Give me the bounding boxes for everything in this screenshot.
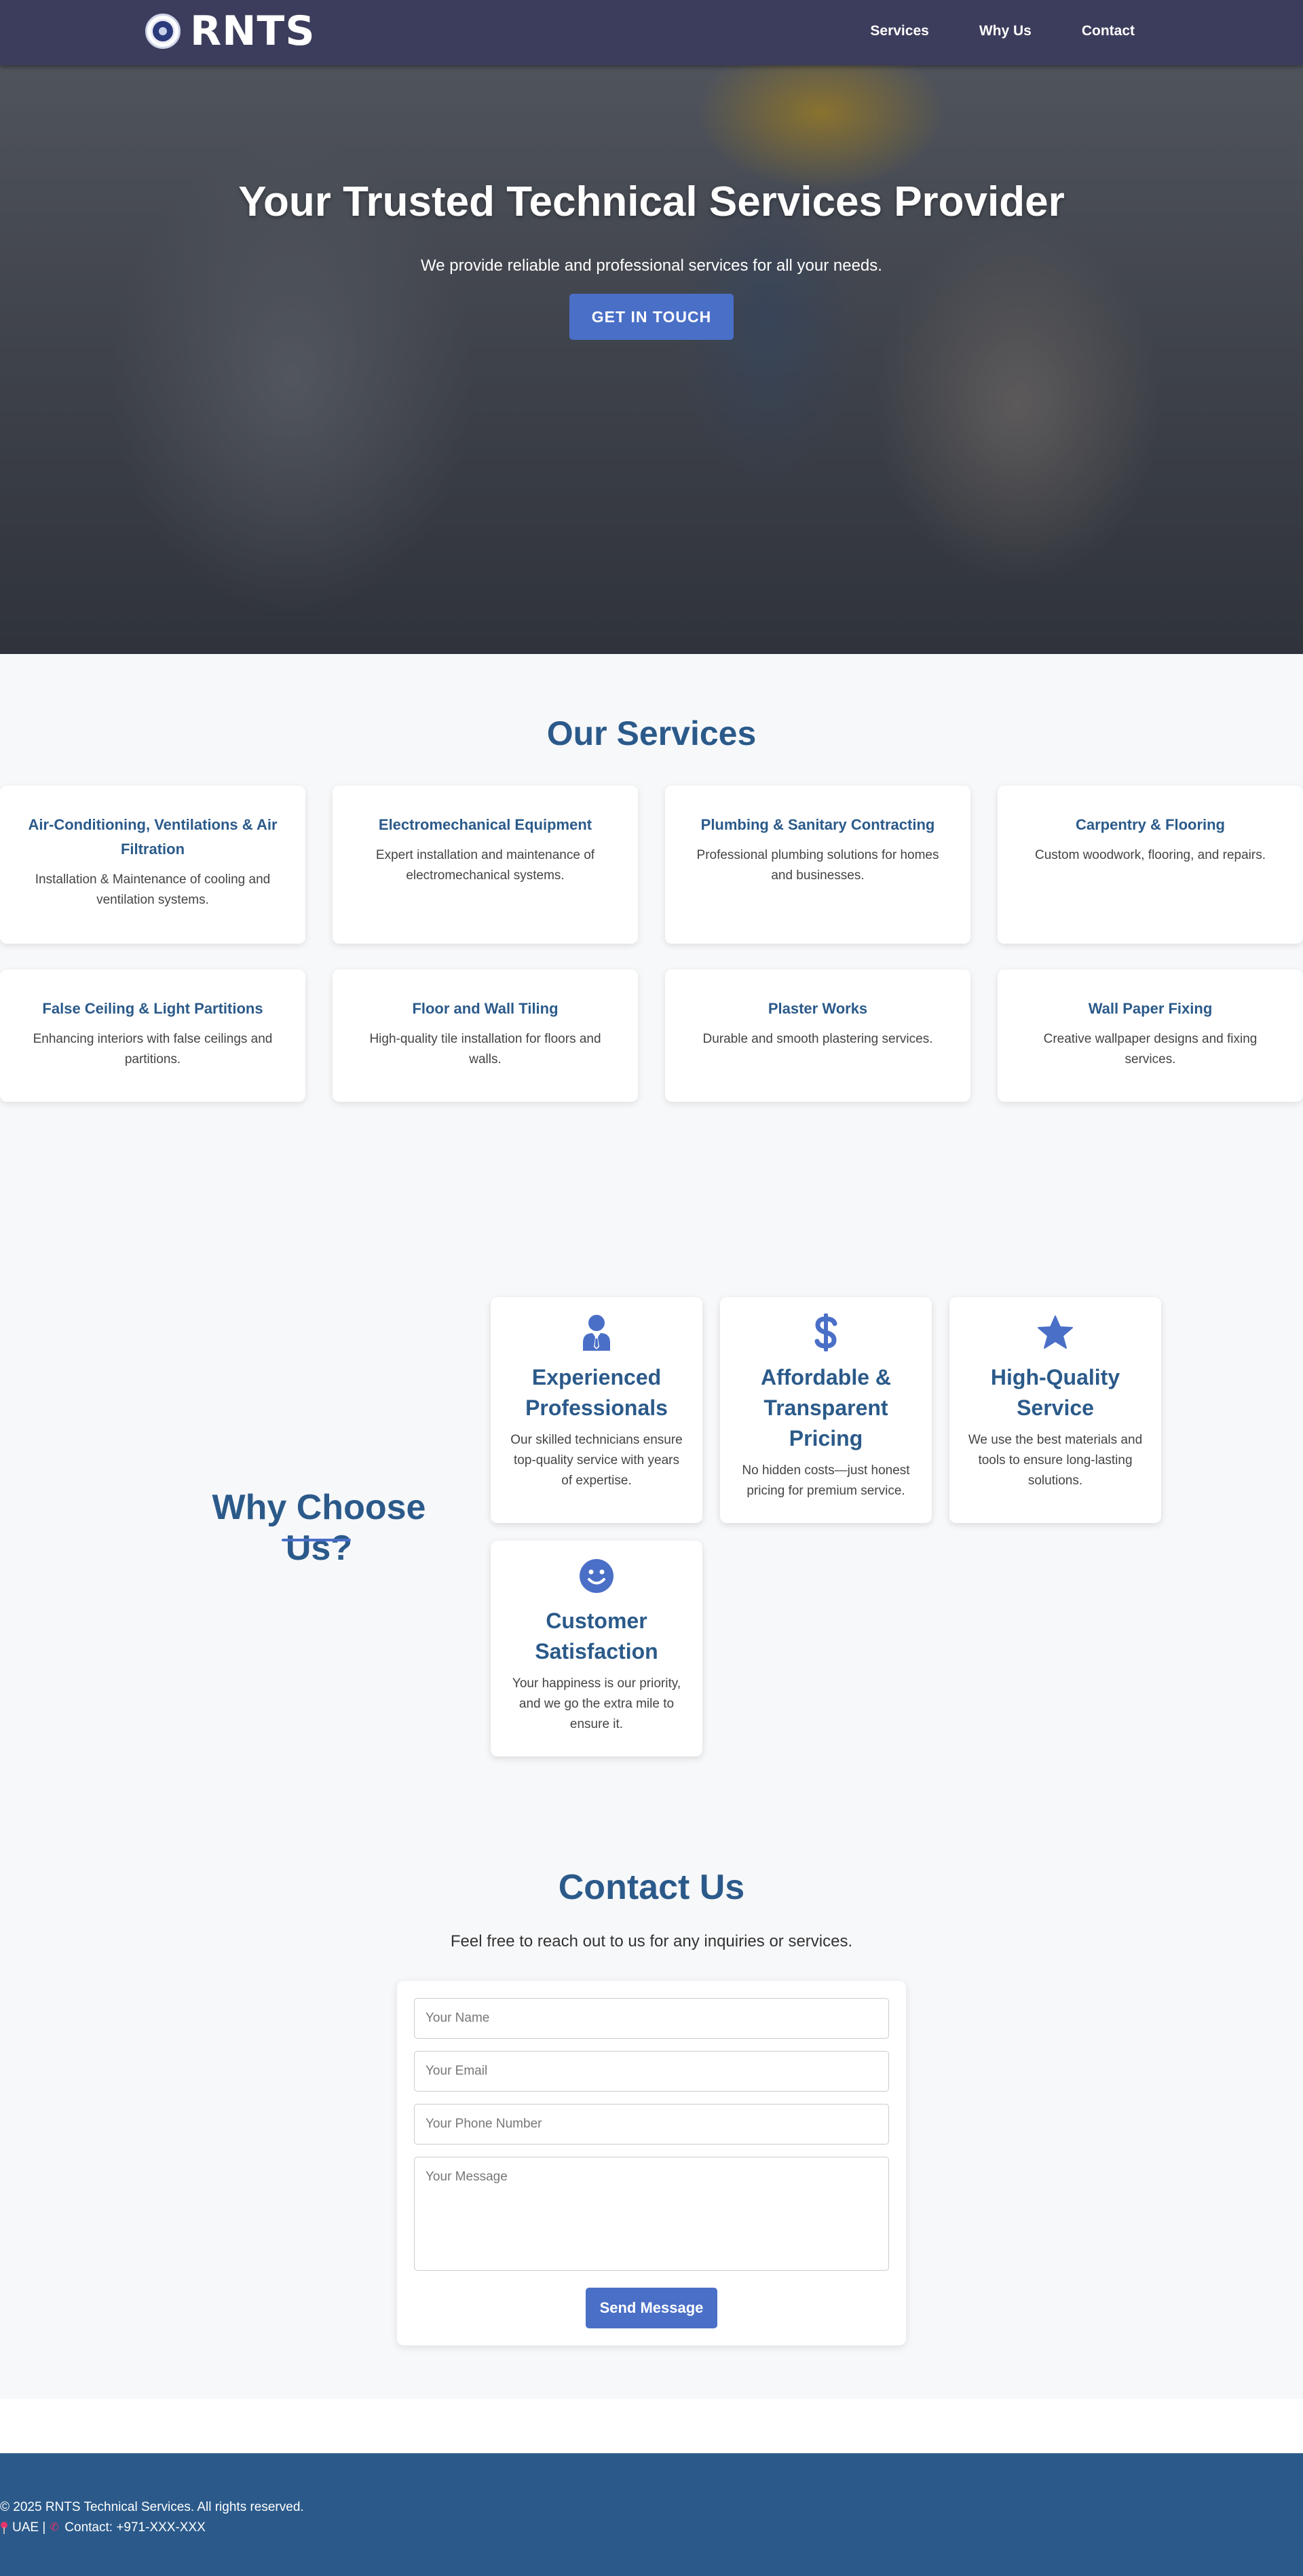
message-textarea[interactable]	[414, 2157, 889, 2271]
logo-emblem-icon	[145, 14, 181, 49]
nav-links: Services Why Us Contact	[870, 23, 1135, 39]
why-card: Customer Satisfaction Your happiness is …	[491, 1541, 702, 1756]
nav-link-why-us[interactable]: Why Us	[979, 23, 1032, 39]
why-card-title: High-Quality Service	[990, 1365, 1120, 1420]
hero-title: Your Trusted Technical Services Provider	[238, 178, 1065, 225]
service-card: Air-Conditioning, Ventilations & Air Fil…	[0, 786, 305, 944]
footer-copyright: © 2025 RNTS Technical Services. All righ…	[0, 2500, 304, 2514]
service-card: False Ceiling & Light Partitions Enhanci…	[0, 969, 305, 1102]
why-card-title: Affordable & Transparent Pricing	[761, 1365, 891, 1450]
service-desc: Expert installation and maintenance of e…	[375, 848, 595, 883]
why-card-desc: Our skilled technicians ensure top-quali…	[510, 1433, 683, 1488]
why-card-desc: We use the best materials and tools to e…	[968, 1433, 1143, 1488]
service-title: False Ceiling & Light Partitions	[42, 1000, 263, 1017]
service-title: Plaster Works	[768, 1000, 868, 1017]
location-pin-icon	[0, 2522, 8, 2534]
service-title: Electromechanical Equipment	[378, 816, 592, 833]
spacer-band	[0, 2399, 1303, 2453]
service-desc: Creative wallpaper designs and fixing se…	[1043, 1032, 1258, 1066]
why-card-title: Customer Satisfaction	[535, 1609, 658, 1664]
service-desc: Custom woodwork, flooring, and repairs.	[1034, 848, 1266, 862]
why-title-underline	[282, 1539, 351, 1541]
why-card: High-Quality Service We use the best mat…	[949, 1297, 1161, 1523]
footer: © 2025 RNTS Technical Services. All righ…	[0, 2453, 1303, 2576]
phone-input[interactable]	[414, 2104, 889, 2145]
footer-phone[interactable]: Contact: +971-XXX-XXX	[64, 2520, 206, 2535]
why-card: Experienced Professionals Our skilled te…	[491, 1297, 702, 1523]
star-icon	[1035, 1312, 1076, 1353]
footer-location: UAE |	[12, 2520, 46, 2535]
nav-link-contact[interactable]: Contact	[1082, 23, 1135, 39]
service-card: Plumbing & Sanitary Contracting Professi…	[665, 786, 970, 944]
why-card-desc: Your happiness is our priority, and we g…	[512, 1676, 681, 1731]
footer-contact-line: UAE | ✆ Contact: +971-XXX-XXX	[0, 2520, 206, 2535]
dollar-icon	[806, 1312, 846, 1353]
why-card-title: Experienced Professionals	[525, 1365, 668, 1420]
nav-link-services[interactable]: Services	[870, 23, 928, 39]
service-card: Wall Paper Fixing Creative wallpaper des…	[998, 969, 1303, 1102]
service-title: Floor and Wall Tiling	[412, 1000, 559, 1017]
phone-icon: ✆	[50, 2522, 59, 2533]
service-desc: High-quality tile installation for floor…	[369, 1032, 601, 1066]
name-input[interactable]	[414, 1998, 889, 2039]
service-card: Electromechanical Equipment Expert insta…	[333, 786, 638, 944]
get-in-touch-button[interactable]: GET IN TOUCH	[569, 294, 734, 340]
service-title: Air-Conditioning, Ventilations & Air Fil…	[28, 816, 278, 858]
brand-name: RNTS	[190, 7, 316, 55]
service-title: Wall Paper Fixing	[1088, 1000, 1213, 1017]
service-desc: Enhancing interiors with false ceilings …	[33, 1032, 273, 1066]
service-desc: Professional plumbing solutions for home…	[696, 848, 939, 883]
service-card: Plaster Works Durable and smooth plaster…	[665, 969, 970, 1102]
hero-subtitle: We provide reliable and professional ser…	[421, 256, 882, 275]
why-card-desc: No hidden costs—just honest pricing for …	[742, 1463, 910, 1498]
email-input[interactable]	[414, 2051, 889, 2092]
brand-logo[interactable]: RNTS	[145, 11, 316, 52]
contact-subtitle: Feel free to reach out to us for any inq…	[450, 1932, 853, 1950]
contact-form: Send Message	[397, 1981, 906, 2345]
user-tie-icon	[576, 1312, 617, 1353]
why-card: Affordable & Transparent Pricing No hidd…	[720, 1297, 932, 1523]
why-title: Why Choose Us?	[212, 1488, 426, 1568]
navbar: RNTS Services Why Us Contact	[0, 0, 1303, 65]
send-message-button[interactable]: Send Message	[586, 2288, 717, 2328]
service-card: Floor and Wall Tiling High-quality tile …	[333, 969, 638, 1102]
service-desc: Durable and smooth plastering services.	[702, 1032, 933, 1046]
service-card: Carpentry & Flooring Custom woodwork, fl…	[998, 786, 1303, 944]
smile-icon	[576, 1556, 617, 1596]
service-desc: Installation & Maintenance of cooling an…	[35, 872, 271, 907]
hero-section: Your Trusted Technical Services Provider…	[0, 65, 1303, 654]
services-title: Our Services	[546, 714, 757, 752]
service-title: Plumbing & Sanitary Contracting	[700, 816, 935, 833]
service-title: Carpentry & Flooring	[1075, 816, 1225, 833]
contact-title: Contact Us	[558, 1868, 745, 1907]
